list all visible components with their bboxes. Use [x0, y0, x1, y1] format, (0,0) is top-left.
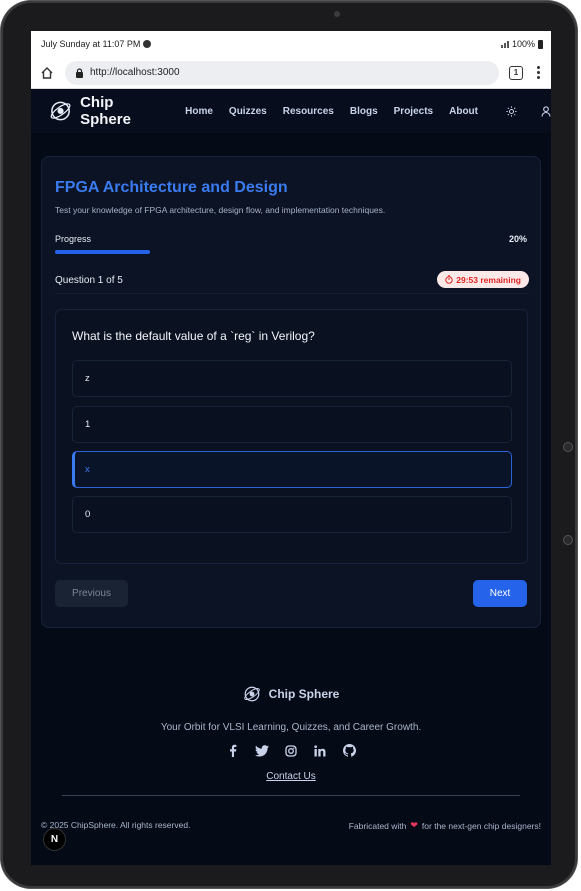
timer-badge: 29:53 remaining — [437, 271, 529, 288]
user-account-icon[interactable] — [541, 105, 551, 117]
lock-icon — [76, 67, 83, 78]
linkedin-icon[interactable] — [313, 743, 328, 758]
social-links — [31, 743, 551, 758]
timer-text: 29:53 remaining — [456, 274, 521, 285]
screen: July Sunday at 11:07 PM 100% http://loca… — [31, 31, 551, 865]
chip-sphere-logo-icon — [50, 101, 71, 121]
front-camera — [334, 11, 340, 17]
battery-icon — [538, 39, 543, 49]
facebook-icon[interactable] — [226, 743, 241, 758]
signal-icon — [500, 40, 509, 48]
footer-brand: Chip Sphere — [268, 687, 340, 701]
tab-count-button[interactable]: 1 — [509, 65, 523, 80]
progress-bar — [55, 250, 529, 254]
nav-link-about[interactable]: About — [449, 106, 478, 117]
nav-link-resources[interactable]: Resources — [283, 106, 334, 117]
previous-button[interactable]: Previous — [55, 580, 128, 607]
battery-percent: 100% — [511, 39, 535, 49]
answer-option[interactable]: 0 — [72, 496, 512, 533]
copyright-text: © 2025 ChipSphere. All rights reserved. — [41, 820, 191, 830]
side-sensor — [564, 536, 572, 544]
site-logo[interactable]: Chip Sphere — [49, 94, 165, 128]
nav-link-projects[interactable]: Projects — [394, 106, 433, 117]
quiz-card: FPGA Architecture and Design Test your k… — [41, 156, 541, 628]
url-field[interactable]: http://localhost:3000 — [65, 60, 499, 85]
notification-icon — [143, 40, 152, 48]
fabricated-text: Fabricated with ❤ for the next-gen chip … — [349, 820, 541, 831]
more-menu-icon[interactable] — [533, 66, 543, 79]
contact-us-link[interactable]: Contact Us — [31, 771, 551, 782]
twitter-icon[interactable] — [255, 743, 270, 758]
github-icon[interactable] — [342, 743, 357, 758]
instagram-icon[interactable] — [284, 743, 299, 758]
footer-tagline: Your Orbit for VLSI Learning, Quizzes, a… — [160, 722, 422, 733]
footer-logo[interactable]: Chip Sphere — [31, 685, 551, 703]
status-bar: July Sunday at 11:07 PM 100% — [31, 31, 551, 57]
nav-link-quizzes[interactable]: Quizzes — [229, 106, 267, 117]
answer-option[interactable]: 1 — [72, 406, 512, 443]
footer-divider — [62, 795, 520, 796]
fabricated-suffix: for the next-gen chip designers! — [421, 820, 541, 831]
nav-link-home[interactable]: Home — [185, 106, 213, 117]
answer-option[interactable]: z — [72, 360, 512, 397]
tablet-frame: July Sunday at 11:07 PM 100% http://loca… — [1, 1, 577, 888]
question-counter: Question 1 of 5 — [55, 275, 123, 286]
fabricated-prefix: Fabricated with — [348, 820, 407, 831]
side-button — [564, 443, 572, 451]
divider — [55, 293, 529, 294]
stopwatch-icon — [445, 275, 453, 284]
chip-sphere-logo-icon — [243, 686, 260, 702]
home-icon[interactable] — [39, 65, 55, 81]
url-text: http://localhost:3000 — [90, 67, 180, 78]
quiz-title: FPGA Architecture and Design — [55, 179, 288, 196]
next-button[interactable]: Next — [473, 580, 527, 607]
question-text: What is the default value of a `reg` in … — [72, 329, 315, 343]
theme-toggle-sun-icon[interactable] — [506, 105, 517, 117]
quiz-description: Test your knowledge of FPGA architecture… — [55, 205, 386, 215]
nav-link-blogs[interactable]: Blogs — [350, 106, 378, 117]
status-time: July Sunday at 11:07 PM — [41, 39, 141, 49]
site-nav: Chip Sphere Home Quizzes Resources Blogs… — [31, 89, 551, 133]
question-box: What is the default value of a `reg` in … — [55, 309, 528, 564]
progress-bar-fill — [55, 250, 150, 254]
answer-option-selected[interactable]: x — [72, 451, 512, 488]
heart-icon: ❤ — [410, 820, 418, 830]
dev-tools-badge[interactable]: N — [43, 828, 66, 851]
progress-label: Progress — [55, 234, 92, 244]
browser-address-bar: http://localhost:3000 1 — [31, 57, 551, 89]
brand-name: Chip Sphere — [80, 94, 131, 128]
progress-percent: 20% — [508, 234, 527, 244]
